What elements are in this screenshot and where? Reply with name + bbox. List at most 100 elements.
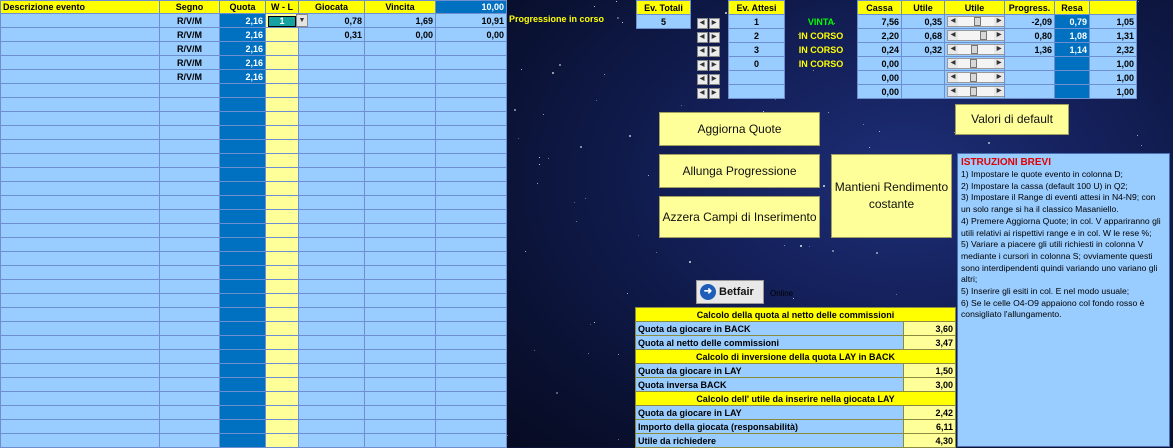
wl-cell[interactable]	[265, 209, 299, 224]
quota-cell[interactable]	[219, 307, 266, 322]
desc-cell[interactable]	[0, 433, 160, 448]
utile-slider-cell[interactable]: ◀ ▶	[944, 42, 1005, 57]
slider-left-icon[interactable]: ◀	[948, 17, 958, 26]
spinner[interactable]: ◀ ▶	[695, 85, 729, 99]
segno-cell[interactable]	[159, 153, 220, 168]
desc-cell[interactable]	[0, 13, 160, 28]
slider-thumb[interactable]	[971, 45, 979, 54]
wl-cell[interactable]	[265, 391, 299, 406]
desc-cell[interactable]	[0, 27, 160, 42]
utile-slider-cell[interactable]: ◀ ▶	[944, 70, 1005, 85]
desc-cell[interactable]	[0, 153, 160, 168]
wl-cell[interactable]	[265, 69, 299, 84]
betfair-button[interactable]: ➜ Betfair	[696, 280, 764, 304]
mantieni-rendimento-button[interactable]: Mantieni Rendimento costante	[831, 154, 952, 238]
desc-cell[interactable]	[0, 265, 160, 280]
utile-slider[interactable]: ◀ ▶	[947, 44, 1004, 55]
spinner-control[interactable]: ◀ ▶	[696, 59, 720, 71]
segno-cell[interactable]	[159, 195, 220, 210]
slider-left-icon[interactable]: ◀	[948, 73, 958, 82]
ev-attesi-cell[interactable]	[728, 70, 785, 85]
quota-cell[interactable]	[219, 125, 266, 140]
desc-cell[interactable]	[0, 405, 160, 420]
slider-right-icon[interactable]: ▶	[994, 87, 1004, 96]
slider-left-icon[interactable]: ◀	[948, 31, 958, 40]
segno-cell[interactable]	[159, 307, 220, 322]
quota-cell[interactable]	[219, 181, 266, 196]
slider-right-icon[interactable]: ▶	[994, 59, 1004, 68]
slider-thumb[interactable]	[969, 59, 977, 68]
segno-cell[interactable]	[159, 377, 220, 392]
desc-cell[interactable]	[0, 363, 160, 378]
segno-cell[interactable]	[159, 265, 220, 280]
segno-cell[interactable]	[159, 97, 220, 112]
wl-cell[interactable]	[265, 27, 299, 42]
segno-cell[interactable]	[159, 293, 220, 308]
desc-cell[interactable]	[0, 97, 160, 112]
slider-thumb[interactable]	[969, 87, 977, 96]
ev-attesi-cell[interactable]: 1	[728, 14, 785, 29]
segno-cell[interactable]	[159, 139, 220, 154]
segno-cell[interactable]	[159, 349, 220, 364]
spinner-control[interactable]: ◀ ▶	[696, 73, 720, 85]
ev-attesi-cell[interactable]: 0	[728, 56, 785, 71]
quota-cell[interactable]: 2,16	[219, 27, 266, 42]
wl-cell[interactable]	[265, 321, 299, 336]
spinner-control[interactable]: ◀ ▶	[696, 45, 720, 57]
allunga-progressione-button[interactable]: Allunga Progressione	[659, 154, 820, 188]
quota-cell[interactable]	[219, 153, 266, 168]
quota-cell[interactable]: 2,16	[219, 13, 266, 28]
wl-cell[interactable]	[265, 293, 299, 308]
quota-cell[interactable]	[219, 335, 266, 350]
quota-cell[interactable]	[219, 97, 266, 112]
wl-cell[interactable]	[265, 223, 299, 238]
wl-cell[interactable]	[265, 307, 299, 322]
segno-cell[interactable]	[159, 181, 220, 196]
desc-cell[interactable]	[0, 209, 160, 224]
utile-slider-cell[interactable]: ◀ ▶	[944, 28, 1005, 43]
segno-cell[interactable]	[159, 251, 220, 266]
wl-cell[interactable]	[265, 111, 299, 126]
segno-cell[interactable]	[159, 433, 220, 448]
segno-cell[interactable]	[159, 167, 220, 182]
segno-cell[interactable]: R/V/M	[159, 13, 220, 28]
desc-cell[interactable]	[0, 335, 160, 350]
segno-cell[interactable]: R/V/M	[159, 41, 220, 56]
spinner[interactable]: ◀ ▶	[695, 29, 729, 43]
quota-cell[interactable]	[219, 433, 266, 448]
quota-cell[interactable]	[219, 195, 266, 210]
desc-cell[interactable]	[0, 391, 160, 406]
utile-slider-cell[interactable]: ◀ ▶	[944, 14, 1005, 29]
utile-slider[interactable]: ◀ ▶	[947, 72, 1004, 83]
desc-cell[interactable]	[0, 321, 160, 336]
segno-cell[interactable]	[159, 321, 220, 336]
slider-thumb[interactable]	[973, 17, 981, 26]
segno-cell[interactable]	[159, 279, 220, 294]
quota-cell[interactable]	[219, 251, 266, 266]
slider-right-icon[interactable]: ▶	[994, 17, 1004, 26]
lay-quota-input[interactable]: 1,50	[902, 363, 957, 378]
utile-slider[interactable]: ◀ ▶	[947, 58, 1004, 69]
spinner[interactable]: ◀ ▶	[695, 57, 729, 71]
quota-cell[interactable]	[219, 377, 266, 392]
wl-cell[interactable]	[265, 433, 299, 448]
segno-cell[interactable]	[159, 209, 220, 224]
spin-left-icon[interactable]: ◀	[696, 87, 708, 99]
desc-cell[interactable]	[0, 307, 160, 322]
importo-input[interactable]: 6,11	[902, 419, 957, 434]
segno-cell[interactable]: R/V/M	[159, 55, 220, 70]
wl-cell[interactable]	[265, 237, 299, 252]
slider-left-icon[interactable]: ◀	[948, 59, 958, 68]
spinner[interactable]: ◀ ▶	[695, 43, 729, 57]
azzera-campi-button[interactable]: Azzera Campi di Inserimento	[659, 196, 820, 238]
wl-cell[interactable]	[265, 251, 299, 266]
wl-selected-value[interactable]: 1	[268, 15, 296, 27]
ev-totali-value[interactable]: 5	[636, 14, 691, 29]
wl-cell[interactable]	[265, 181, 299, 196]
desc-cell[interactable]	[0, 223, 160, 238]
desc-cell[interactable]	[0, 69, 160, 84]
desc-cell[interactable]	[0, 251, 160, 266]
segno-cell[interactable]	[159, 125, 220, 140]
utile-slider-cell[interactable]: ◀ ▶	[944, 56, 1005, 71]
desc-cell[interactable]	[0, 349, 160, 364]
